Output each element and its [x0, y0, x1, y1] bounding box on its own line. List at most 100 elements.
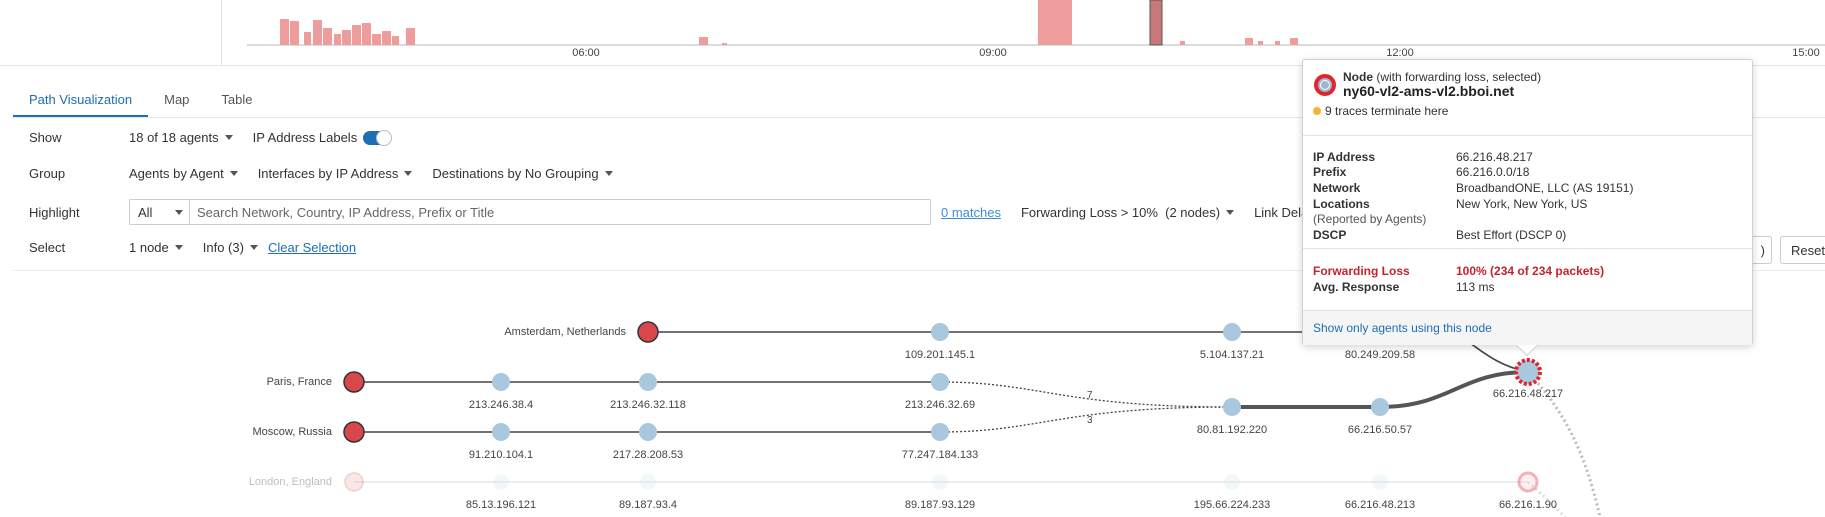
agent-node-moscow — [343, 421, 365, 443]
ip-label: 5.104.137.21 — [1199, 349, 1265, 361]
ip-labels-toggle[interactable] — [363, 129, 393, 146]
timeline-tick: 15:00 — [1792, 47, 1820, 59]
forwarding-loss-label: Forwarding Loss > 10% (2 nodes) — [1020, 204, 1221, 220]
agents-dropdown-label: 18 of 18 agents — [129, 130, 219, 145]
reset-button-label: Reset — [1791, 242, 1825, 258]
group-interfaces-label: Interfaces by IP Address — [257, 166, 399, 181]
agent-label[interactable]: Paris, France — [150, 376, 332, 388]
agents-dropdown[interactable]: 18 of 18 agents — [129, 130, 233, 145]
highlight-scope-value: All — [138, 204, 153, 220]
field-label: Prefix — [1313, 165, 1347, 179]
ip-label: 195.66.224.233 — [1193, 499, 1271, 511]
tab-map[interactable]: Map — [148, 86, 205, 118]
chevron-down-icon — [1226, 209, 1235, 215]
node-213-246-38-4 — [492, 373, 510, 391]
agent-label[interactable]: Amsterdam, Netherlands — [440, 326, 626, 338]
node-66-216-48-217-selected — [1514, 358, 1542, 386]
popup-divider — [1303, 135, 1752, 136]
popup-node-kind-rest: (with forwarding loss, selected) — [1373, 70, 1542, 84]
forwarding-loss-dropdown[interactable]: Forwarding Loss > 10% (2 nodes) — [1020, 204, 1235, 220]
ip-label: 91.210.104.1 — [468, 449, 534, 461]
matches-link[interactable]: 0 matches — [941, 205, 1001, 220]
field-value: 66.216.0.0/18 — [1456, 165, 1530, 179]
field-label: IP Address — [1313, 150, 1376, 164]
link-count-paris: 7 — [1087, 390, 1093, 401]
field-sublabel: (Reported by Agents) — [1313, 212, 1427, 226]
group-destinations-dropdown[interactable]: Destinations by No Grouping — [432, 166, 613, 181]
highlight-search-input[interactable] — [190, 200, 930, 224]
select-nodes-dropdown[interactable]: 1 node — [129, 240, 183, 255]
field-label: Forwarding Loss — [1313, 264, 1410, 278]
field-value: 113 ms — [1456, 280, 1495, 294]
field-value: 66.216.48.217 — [1456, 150, 1533, 164]
chevron-down-icon — [174, 245, 183, 250]
node-91-210-104-1 — [492, 423, 510, 441]
ip-label: 109.201.145.1 — [904, 349, 976, 361]
field-label: Locations — [1313, 197, 1370, 211]
group-label: Group — [29, 166, 66, 181]
traces-dot-icon — [1313, 107, 1321, 115]
tab-table[interactable]: Table — [205, 86, 268, 118]
ip-label: 66.216.50.57 — [1347, 424, 1413, 436]
ip-label: 89.187.93.4 — [618, 499, 678, 511]
timeline-tick: 09:00 — [979, 47, 1007, 59]
group-interfaces-dropdown[interactable]: Interfaces by IP Address — [258, 166, 413, 181]
show-label: Show — [29, 130, 62, 145]
agent-node-amsterdam — [637, 321, 659, 343]
ip-label: 213.246.38.4 — [468, 399, 534, 411]
agent-label[interactable]: London, England — [150, 476, 332, 488]
node-109-201-145-1 — [931, 323, 949, 341]
popup-traces: 9 traces terminate here — [1313, 104, 1448, 118]
path-visualization-view: 06:00 09:00 12:00 15:00 Path Visualizati… — [0, 0, 1825, 517]
select-row: Select 1 node Info (3) Clear Selection — [13, 240, 356, 255]
node-66-216-50-57 — [1371, 398, 1389, 416]
tab-path-visualization[interactable]: Path Visualization — [13, 86, 149, 118]
partial-button-label: ) — [1760, 242, 1765, 258]
ip-label: 89.187.93.129 — [904, 499, 976, 511]
field-label: Network — [1313, 181, 1361, 195]
node-loss-icon-core — [1320, 80, 1330, 90]
show-only-agents-link[interactable]: Show only agents using this node — [1313, 321, 1492, 335]
clear-selection-link[interactable]: Clear Selection — [268, 240, 356, 255]
node-77-247-184-133 — [931, 423, 949, 441]
field-label: Avg. Response — [1313, 280, 1400, 294]
field-value: Best Effort (DSCP 0) — [1456, 228, 1567, 242]
field-value: BroadbandONE, LLC (AS 19151) — [1456, 181, 1634, 195]
field-value: New York, New York, US — [1456, 197, 1588, 211]
group-agents-dropdown[interactable]: Agents by Agent — [129, 166, 238, 181]
timeline-chart[interactable]: 06:00 09:00 12:00 15:00 — [0, 0, 1825, 66]
popup-divider — [1303, 248, 1752, 249]
popup-header: Node (with forwarding loss, selected) ny… — [1303, 60, 1752, 136]
popup-footer: Show only agents using this node — [1303, 310, 1752, 345]
ip-label: 66.216.48.217 — [1492, 388, 1564, 400]
node-loss-icon — [1314, 74, 1336, 96]
highlight-row: Highlight All 0 matches Forwarding Loss … — [13, 199, 1346, 225]
info-dropdown[interactable]: Info (3) — [203, 240, 258, 255]
field-value: 100% (234 of 234 packets) — [1456, 264, 1605, 278]
ip-label: 66.216.1.90 — [1498, 499, 1558, 511]
timeline-tick: 06:00 — [572, 47, 600, 59]
group-destinations-label: Destinations by No Grouping — [432, 166, 599, 181]
select-label: Select — [29, 240, 66, 255]
ip-labels-label: IP Address Labels — [252, 130, 358, 145]
field-label: DSCP — [1313, 228, 1347, 242]
group-row: Group Agents by Agent Interfaces by IP A… — [13, 166, 633, 181]
ip-label: 66.216.48.213 — [1344, 499, 1416, 511]
node-217-28-208-53 — [639, 423, 657, 441]
ip-label: 213.246.32.69 — [904, 399, 976, 411]
ip-label: 80.81.192.220 — [1196, 424, 1268, 436]
popup-node-name: ny60-vl2-ams-vl2.bboi.net — [1343, 83, 1515, 99]
chevron-down-icon — [224, 135, 233, 140]
chevron-down-icon — [175, 209, 183, 215]
reset-button[interactable]: Reset — [1780, 236, 1825, 264]
timeline-tick: 12:00 — [1386, 47, 1414, 59]
node-213-246-32-69 — [931, 373, 949, 391]
agent-label[interactable]: Moscow, Russia — [150, 426, 332, 438]
ip-label: 80.249.209.58 — [1344, 349, 1416, 361]
highlight-scope-select[interactable]: All — [130, 200, 190, 224]
ip-label: 77.247.184.133 — [901, 449, 979, 461]
show-row: Show 18 of 18 agents IP Address Labels — [13, 129, 393, 146]
node-80-81-192-220 — [1223, 398, 1241, 416]
popup-traces-text: 9 traces terminate here — [1325, 104, 1449, 118]
chevron-down-icon — [229, 171, 238, 176]
